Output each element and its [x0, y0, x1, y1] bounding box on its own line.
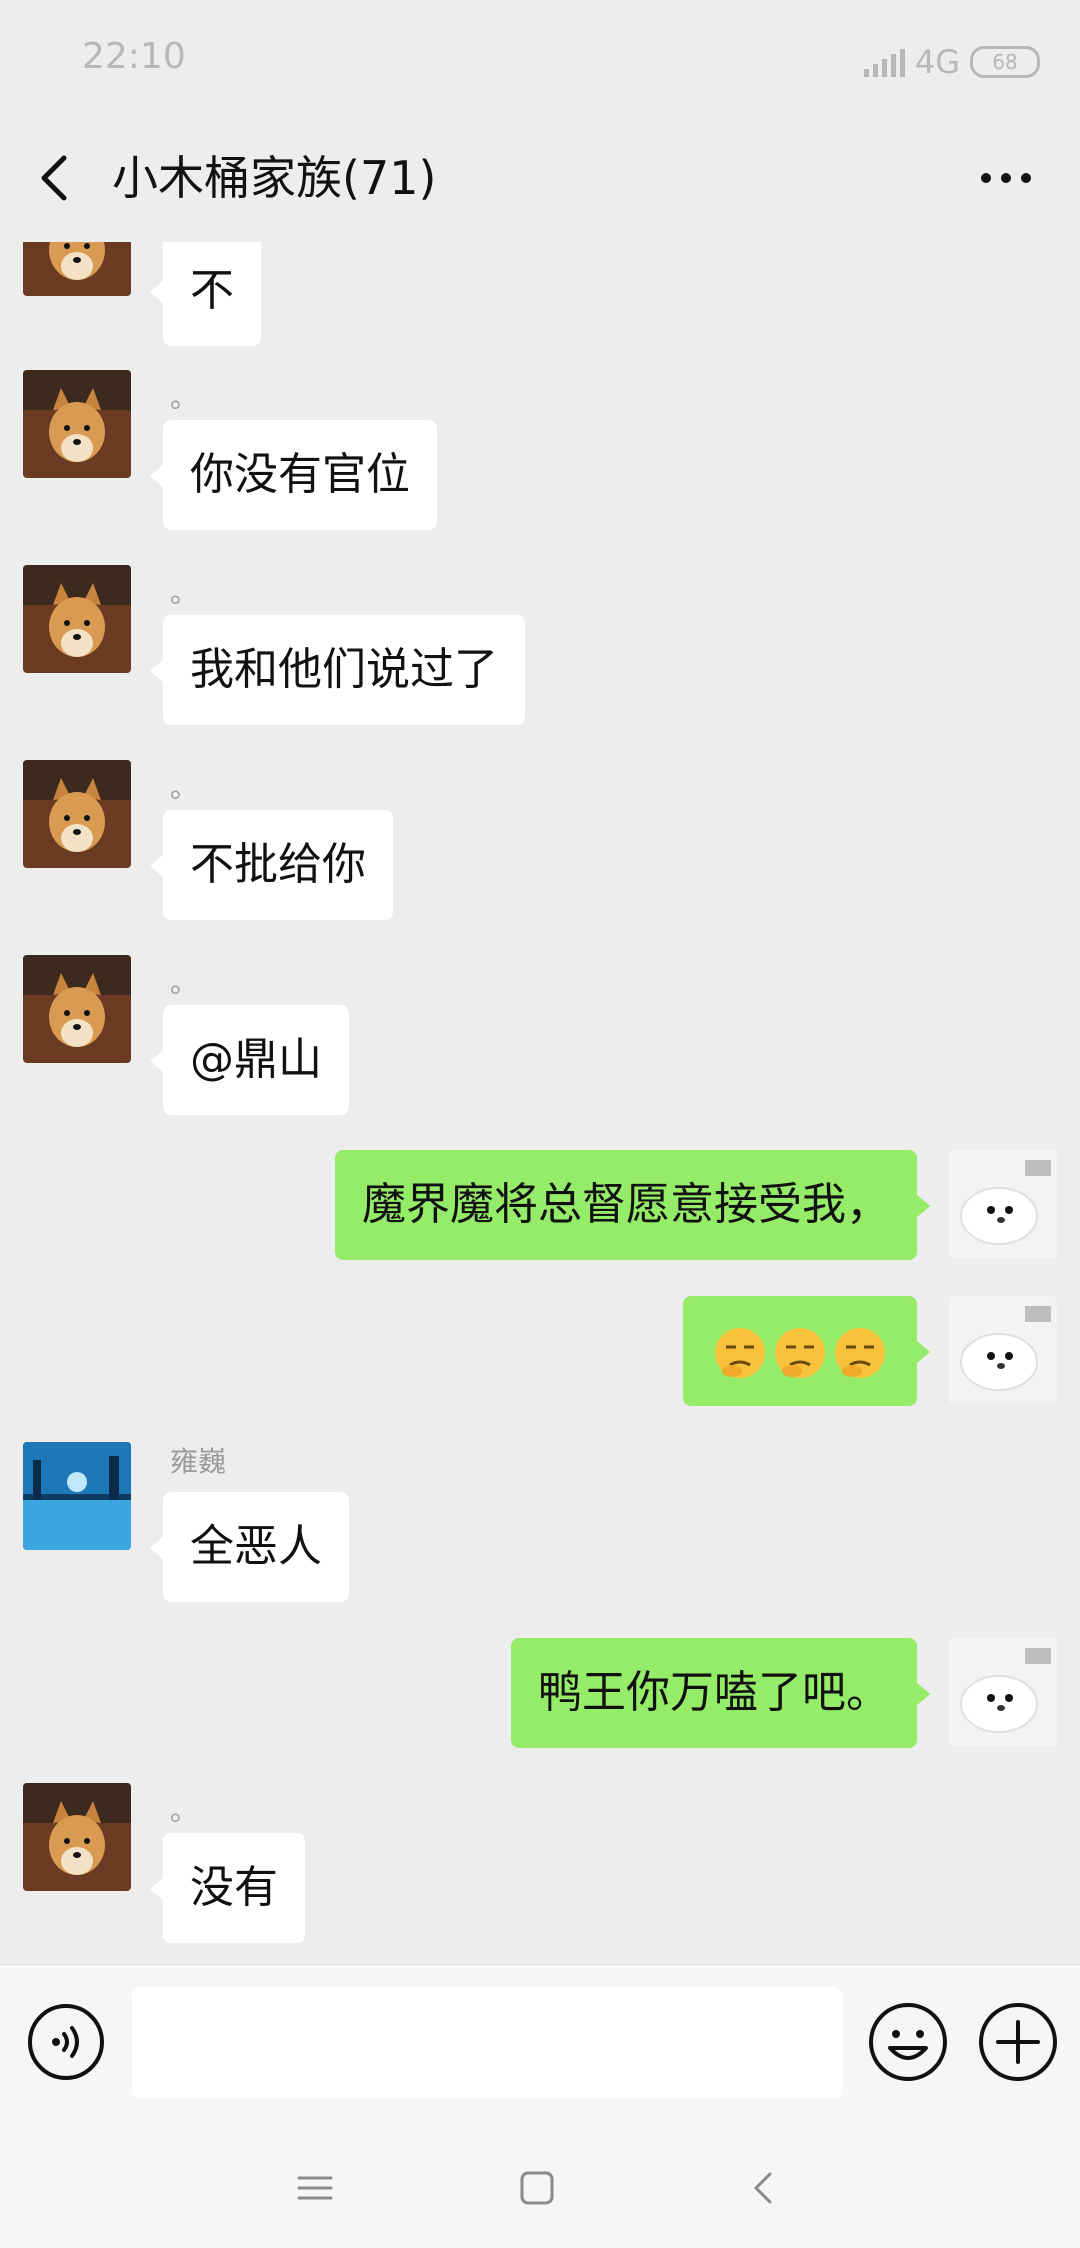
shiba-avatar-icon: [23, 370, 131, 478]
thinking-face-icon: [715, 1328, 765, 1378]
voice-button[interactable]: [26, 2002, 106, 2082]
title-bar: 小木桶家族(71): [0, 122, 1080, 242]
system-nav-bar: [0, 2118, 1080, 2248]
thinking-face-icon: [835, 1328, 885, 1378]
battery-icon: 68: [970, 46, 1040, 78]
more-functions-button[interactable]: [976, 2000, 1060, 2084]
more-icon: [981, 173, 1031, 183]
shiba-avatar-icon: [23, 955, 131, 1063]
nav-home-button[interactable]: [507, 2158, 567, 2218]
avatar-seal[interactable]: [949, 1638, 1057, 1746]
avatar-shiba[interactable]: [23, 1783, 131, 1891]
seal-avatar-icon: [949, 1296, 1057, 1404]
message-bubble[interactable]: 没有: [150, 1833, 305, 1943]
voice-icon: [28, 2004, 104, 2080]
message-bubble[interactable]: @鼎山: [150, 1005, 349, 1115]
more-button[interactable]: [956, 148, 1056, 208]
message-bubble[interactable]: 你没有官位: [150, 420, 437, 530]
avatar-seal[interactable]: [949, 1296, 1057, 1404]
message-bubble[interactable]: 全恶人: [150, 1492, 349, 1602]
nav-back-button[interactable]: [734, 2158, 794, 2218]
input-bar: [0, 1964, 1080, 2119]
seal-avatar-icon: [949, 1638, 1057, 1746]
back-chevron-icon: [754, 2172, 772, 2204]
city-night-avatar-icon: [23, 1442, 131, 1550]
emoji-button[interactable]: [866, 2000, 950, 2084]
signal-icon: [863, 47, 905, 77]
plus-icon: [979, 2003, 1057, 2081]
avatar-shiba[interactable]: [23, 955, 131, 1063]
smiley-icon: [869, 2003, 947, 2081]
network-type: 4G: [914, 43, 960, 81]
sender-name: 。: [170, 576, 199, 609]
avatar-city[interactable]: [23, 1442, 131, 1550]
message-input[interactable]: [132, 1987, 842, 2099]
thinking-face-icon: [775, 1328, 825, 1378]
sender-name: 雍巍: [170, 1445, 227, 1478]
menu-icon: [297, 2176, 333, 2200]
avatar-shiba[interactable]: [23, 565, 131, 673]
shiba-avatar-icon: [23, 565, 131, 673]
avatar-shiba[interactable]: [23, 242, 131, 296]
shiba-avatar-icon: [23, 1783, 131, 1891]
sender-name: 。: [170, 1794, 199, 1827]
message-bubble[interactable]: [683, 1296, 930, 1406]
back-button[interactable]: [26, 148, 86, 208]
message-bubble[interactable]: 魔界魔将总督愿意接受我，: [335, 1150, 930, 1260]
seal-avatar-icon: [949, 1150, 1057, 1258]
status-time: 22:10: [82, 36, 186, 77]
message-bubble[interactable]: 不: [150, 242, 261, 346]
shiba-avatar-icon: [23, 760, 131, 868]
status-bar: 22:10 4G 68: [0, 0, 1080, 122]
sender-name: 。: [170, 381, 199, 414]
nav-menu-button[interactable]: [285, 2158, 345, 2218]
shiba-avatar-icon: [23, 242, 131, 296]
message-bubble[interactable]: 不批给你: [150, 810, 393, 920]
back-arrow-icon: [41, 155, 67, 201]
message-bubble[interactable]: 我和他们说过了: [150, 615, 525, 725]
avatar-seal[interactable]: [949, 1150, 1057, 1258]
message-bubble[interactable]: 鸭王你万嗑了吧。: [511, 1638, 930, 1748]
avatar-shiba[interactable]: [23, 370, 131, 478]
sender-name: 。: [170, 771, 199, 804]
chat-title: 小木桶家族(71): [112, 151, 437, 205]
avatar-shiba[interactable]: [23, 760, 131, 868]
sender-name: 。: [170, 966, 199, 999]
chat-area[interactable]: 不 。 你没有官位 。 我和他们说过了 。 不批给你 。 @鼎山 魔界魔将总督愿…: [0, 242, 1080, 1964]
home-square-icon: [520, 2171, 554, 2205]
status-indicators: 4G 68: [863, 43, 1040, 81]
